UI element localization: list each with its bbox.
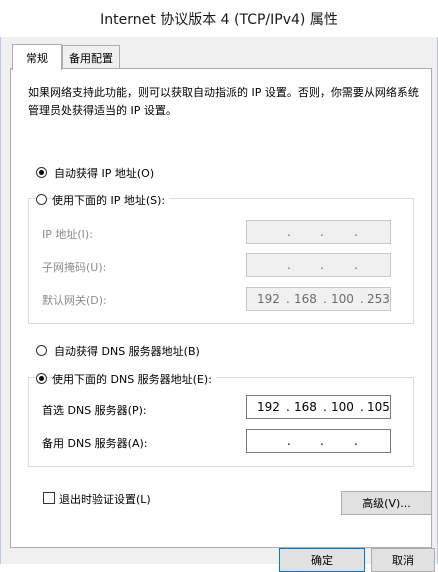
window-title-text: Internet 协议版本 4 (TCP/IPv4) 属性 bbox=[100, 11, 338, 28]
radio-auto-ip-label[interactable]: 自动获得 IP 地址(O) bbox=[54, 165, 154, 181]
tab-alternate-config[interactable]: 备用配置 bbox=[62, 45, 120, 69]
tab-general-label: 常规 bbox=[26, 51, 48, 65]
subnet-mask-input: . . . bbox=[246, 253, 391, 277]
ip-address-label: IP 地址(I): bbox=[42, 228, 93, 241]
validate-on-exit-checkbox[interactable] bbox=[43, 492, 55, 504]
radio-auto-ip[interactable] bbox=[36, 167, 47, 178]
alternate-dns-input[interactable]: . . . bbox=[246, 429, 391, 453]
radio-manual-dns-label[interactable]: 使用下面的 DNS 服务器地址(E): bbox=[52, 371, 216, 387]
ok-button-label: 确定 bbox=[311, 554, 333, 567]
subnet-mask-label: 子网掩码(U): bbox=[42, 261, 107, 274]
tab-alternate-config-label: 备用配置 bbox=[69, 51, 113, 65]
radio-auto-dns[interactable] bbox=[36, 345, 47, 356]
advanced-button[interactable]: 高级(V)... bbox=[341, 491, 432, 515]
preferred-dns-input[interactable]: 192 . 168 . 100 . 105 bbox=[246, 395, 391, 419]
validate-on-exit-label[interactable]: 退出时验证设置(L) bbox=[59, 491, 151, 507]
cancel-button-label: 取消 bbox=[392, 554, 414, 567]
cancel-button[interactable]: 取消 bbox=[371, 548, 435, 572]
description-text: 如果网络支持此功能，则可以获取自动指派的 IP 设置。否则，你需要从网络系统管理… bbox=[28, 86, 419, 117]
radio-auto-dns-label[interactable]: 自动获得 DNS 服务器地址(B) bbox=[54, 343, 200, 359]
default-gateway-label: 默认网关(D): bbox=[42, 294, 107, 307]
radio-manual-dns[interactable] bbox=[36, 373, 47, 384]
radio-manual-ip-label[interactable]: 使用下面的 IP 地址(S): bbox=[52, 192, 170, 208]
radio-manual-ip[interactable] bbox=[36, 194, 47, 205]
preferred-dns-label: 首选 DNS 服务器(P): bbox=[42, 404, 147, 417]
default-gateway-input: 192 . 168 . 100 . 253 bbox=[246, 287, 391, 311]
window-title: Internet 协议版本 4 (TCP/IPv4) 属性 bbox=[0, 0, 438, 37]
dns-settings-group bbox=[28, 377, 414, 467]
alternate-dns-label: 备用 DNS 服务器(A): bbox=[42, 437, 148, 450]
tab-general[interactable]: 常规 bbox=[12, 44, 62, 70]
ip-address-input: . . . bbox=[246, 220, 391, 244]
ok-button[interactable]: 确定 bbox=[279, 548, 365, 572]
advanced-button-label: 高级(V)... bbox=[362, 497, 411, 510]
